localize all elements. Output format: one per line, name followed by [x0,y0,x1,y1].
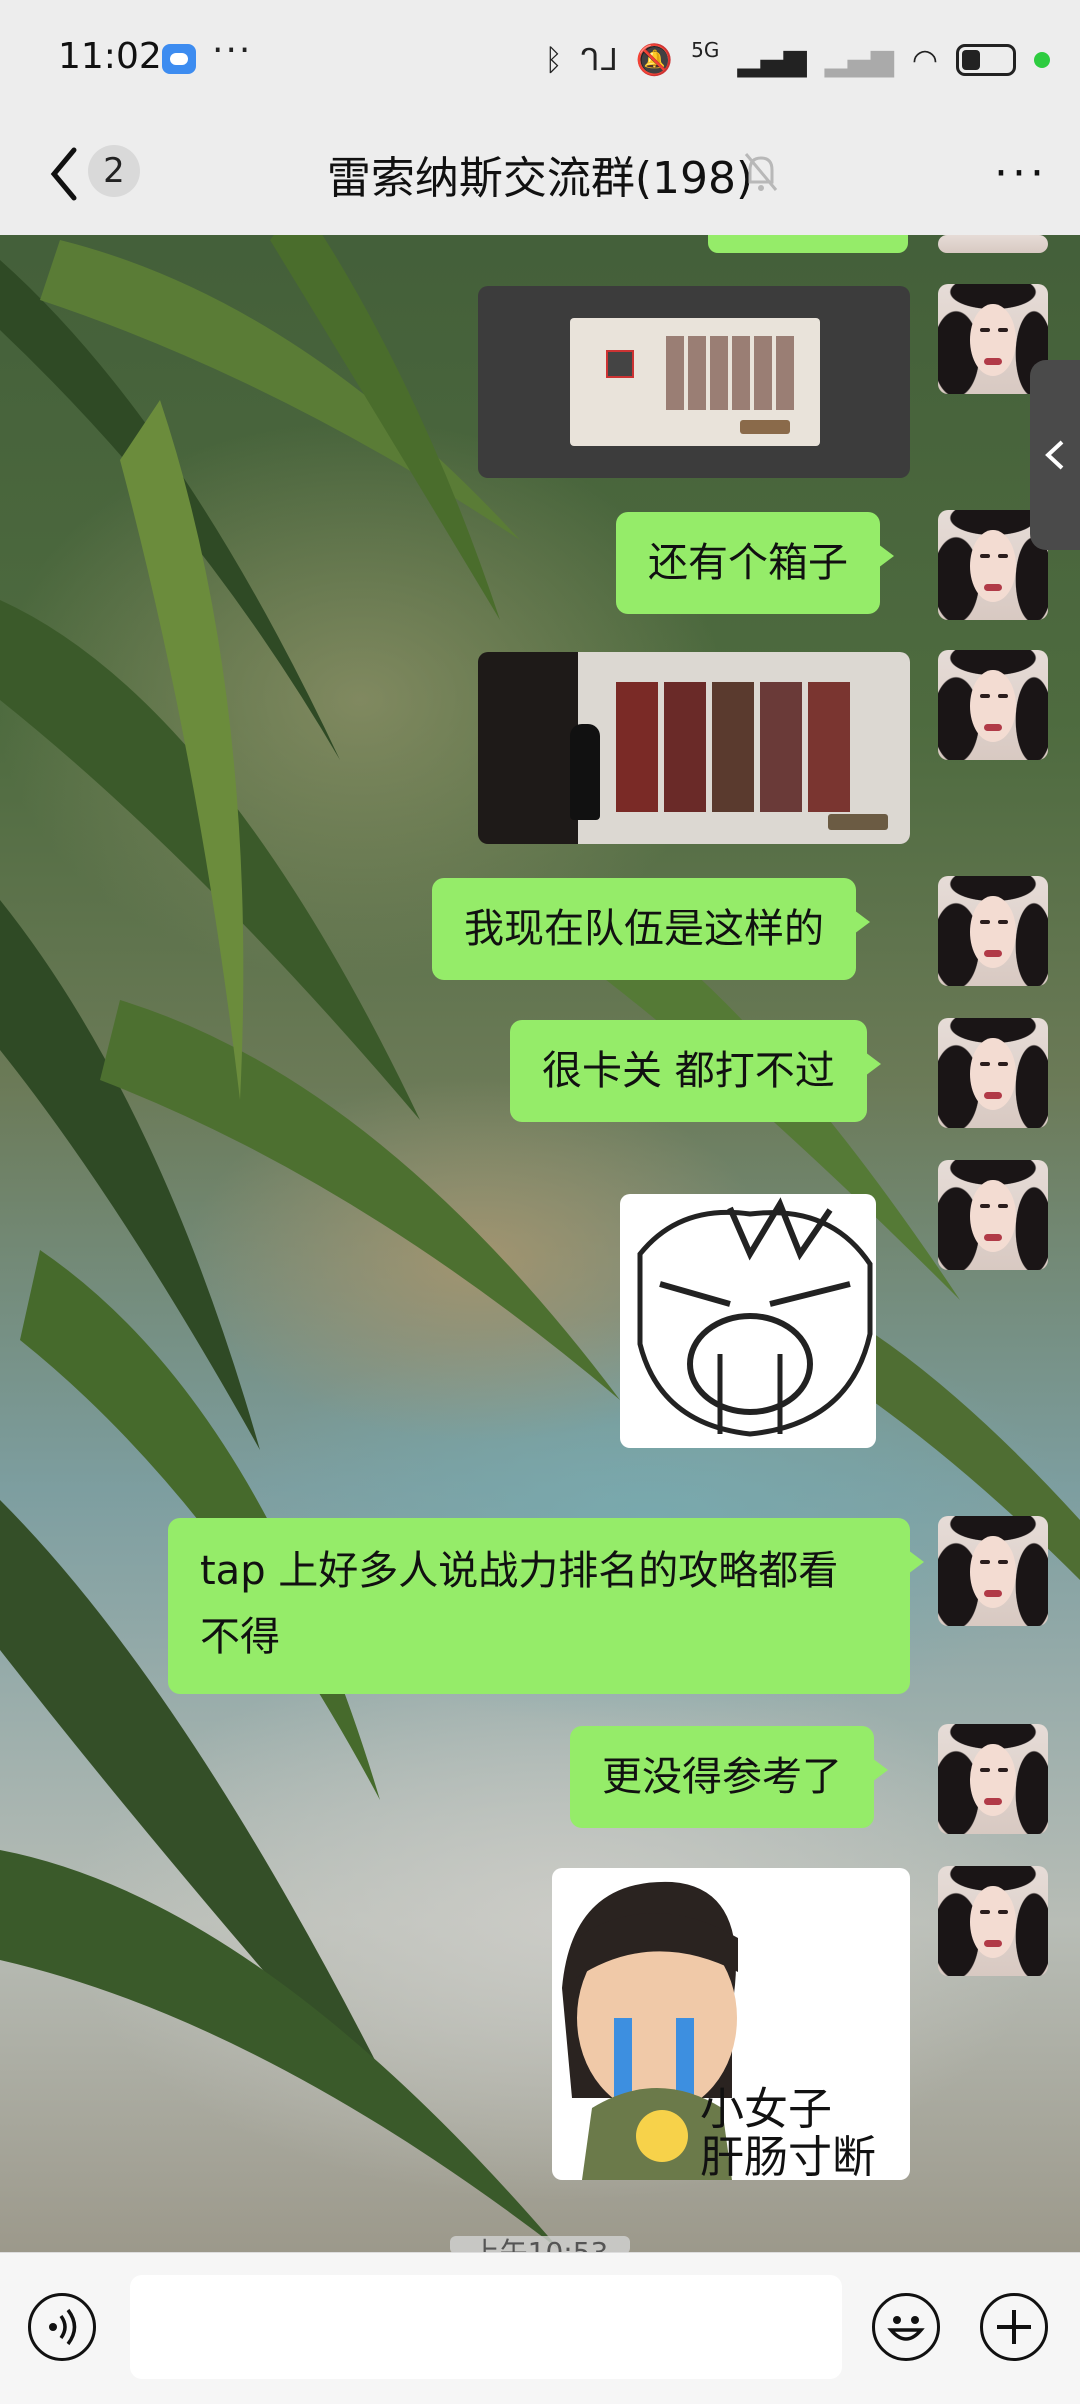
voice-icon [49,2308,77,2346]
sticker-message[interactable] [620,1194,876,1448]
more-notifications-icon: ··· [212,30,253,71]
chevron-left-icon [1045,440,1064,470]
avatar[interactable] [938,650,1048,760]
game-screenshot-icon [570,318,820,446]
mute-icon: 🔕 [635,42,674,78]
bluetooth-icon: ᛒ [544,42,563,78]
signal-5g-icon: 5G [691,38,720,62]
status-icons: ᛒ ᒉᒧ 🔕 5G ▂▄▆ ▂▄▆ ◠ [545,30,1050,90]
avatar[interactable] [938,1018,1048,1128]
signal-bars-empty-icon: ▂▄▆ [824,42,894,78]
voice-input-button[interactable] [28,2293,96,2361]
muted-bell-icon [744,153,778,191]
group-title: 雷索纳斯交流群(198) [326,153,754,204]
wifi-icon: ◠ [911,42,938,78]
status-time: 11:02 [58,36,162,77]
avatar[interactable] [938,1160,1048,1270]
smiley-icon [887,2316,925,2341]
status-bar: 11:02 ··· ᛒ ᒉᒧ 🔕 5G ▂▄▆ ▂▄▆ ◠ [0,0,1080,120]
input-bar [0,2252,1080,2404]
message-bubble[interactable]: 还有个箱子 [616,512,894,614]
more-options-icon[interactable]: ··· [994,148,1048,199]
message-bubble[interactable]: 更没得参考了 [570,1726,888,1828]
avatar[interactable] [938,235,1048,253]
sticker-caption: 小女子 肝肠寸断 [700,2084,876,2181]
side-drawer-handle[interactable] [1030,360,1080,550]
plus-icon [997,2310,1031,2344]
game-screenshot-icon [578,652,910,844]
avatar[interactable] [938,876,1048,986]
message-bubble[interactable]: tap 上好多人说战力排名的攻略都看不得 [168,1518,924,1694]
battery-icon [956,44,1016,76]
emoji-button[interactable] [872,2293,940,2361]
cloud-icon [162,44,196,74]
avatar[interactable] [938,1866,1048,1976]
avatar[interactable] [938,1724,1048,1834]
more-functions-button[interactable] [980,2293,1048,2361]
earbuds-icon: ᒉᒧ [580,42,618,78]
image-message[interactable] [478,286,910,478]
signal-bars-icon: ▂▄▆ [737,42,807,78]
privacy-indicator-icon [1034,52,1050,68]
message-input[interactable] [130,2275,842,2379]
message-bubble[interactable]: 我现在队伍是这样的 [432,878,870,980]
chat-header: 2 雷索纳斯交流群(198) ··· [0,120,1080,235]
message-bubble[interactable]: 很卡关 都打不过 [510,1020,881,1122]
message-bubble-partial[interactable] [708,235,908,253]
avatar[interactable] [938,1516,1048,1626]
sticker-message[interactable]: 小女子 肝肠寸断 [552,1868,910,2180]
crying-cartoon-sticker [637,1197,873,1437]
image-message[interactable] [478,652,910,844]
